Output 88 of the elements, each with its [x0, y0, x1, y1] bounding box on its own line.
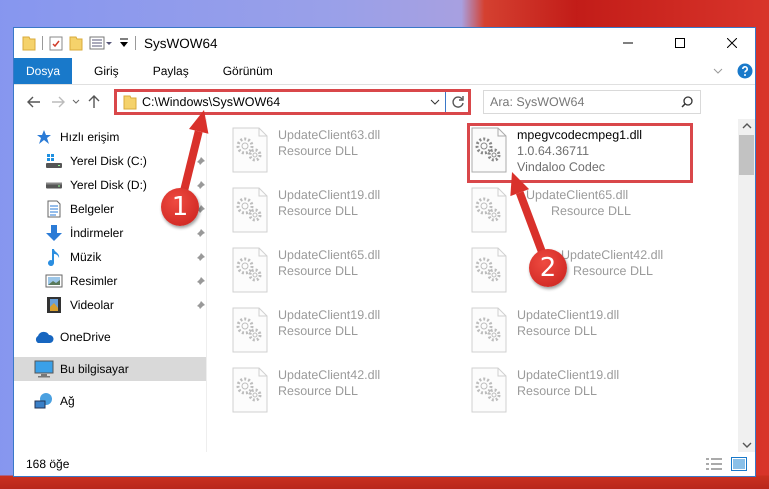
help-icon[interactable] — [737, 63, 753, 79]
nav-label: Resimler — [70, 274, 118, 288]
document-icon — [46, 200, 62, 218]
nav-label: Yerel Disk (D:) — [70, 178, 147, 192]
star-icon — [36, 129, 52, 145]
file-name: UpdateClient65.dll — [278, 247, 380, 263]
address-bar[interactable]: C:\Windows\SysWOW64 — [114, 89, 471, 115]
nav-label: İndirmeler — [70, 226, 124, 240]
details-view-icon[interactable] — [705, 457, 723, 471]
network-icon — [34, 392, 54, 410]
file-name: UpdateClient19.dll — [278, 307, 380, 323]
refresh-icon[interactable] — [451, 95, 465, 109]
pin-icon[interactable] — [196, 252, 206, 262]
nav-label: Yerel Disk (C:) — [70, 154, 147, 168]
nav-label: OneDrive — [60, 330, 111, 344]
search-field[interactable]: Ara: SysWOW64 — [483, 90, 701, 114]
nav-item[interactable]: İndirmeler — [44, 223, 124, 243]
nav-item[interactable]: Bu bilgisayar — [34, 359, 129, 379]
nav-item[interactable]: Ağ — [34, 391, 75, 411]
download-arrow-icon — [45, 224, 63, 242]
nav-label: Bu bilgisayar — [60, 362, 129, 376]
file-name: UpdateClient19.dll — [278, 187, 380, 203]
search-icon — [681, 96, 693, 108]
file-detail: Resource DLL — [551, 203, 631, 219]
ribbon-tab[interactable]: Giriş — [82, 58, 131, 84]
file-name: UpdateClient42.dll — [278, 367, 380, 383]
file-detail: 1.0.64.36711 — [517, 143, 590, 159]
drive-icon — [46, 182, 62, 188]
file-detail: Resource DLL — [278, 323, 358, 339]
back-arrow-icon[interactable] — [27, 96, 41, 108]
nav-item[interactable]: OneDrive — [34, 327, 111, 347]
monitor-icon — [34, 360, 54, 378]
pin-icon[interactable] — [196, 156, 206, 166]
file-detail: Resource DLL — [573, 263, 653, 279]
music-note-icon — [47, 248, 61, 266]
cloud-icon — [34, 330, 54, 344]
view-options-icon[interactable] — [89, 36, 113, 50]
scrollbar[interactable] — [738, 119, 755, 452]
nav-item[interactable]: Müzik — [44, 247, 102, 267]
folder-icon — [123, 94, 137, 110]
nav-label: Belgeler — [70, 202, 114, 216]
window-title: SysWOW64 — [144, 36, 219, 50]
file-detail: Vindaloo Codec — [517, 159, 606, 175]
nav-item[interactable]: Videolar — [44, 295, 114, 315]
file-detail: Resource DLL — [278, 383, 358, 399]
nav-item[interactable]: Belgeler — [44, 199, 114, 219]
file-detail: Resource DLL — [517, 323, 597, 339]
nav-label: Hızlı erişim — [60, 130, 120, 144]
picture-icon — [45, 273, 63, 289]
properties-checkmark-icon[interactable] — [49, 35, 63, 51]
file-name: UpdateClient19.dll — [517, 367, 620, 383]
file-name: UpdateClient19.dll — [517, 307, 620, 323]
pin-icon[interactable] — [196, 276, 206, 286]
file-detail: Resource DLL — [278, 143, 358, 159]
drive-icon — [45, 153, 63, 169]
close-icon — [727, 38, 737, 48]
item-count: 168 öğe — [26, 457, 70, 471]
nav-item[interactable]: Resimler — [44, 271, 118, 291]
large-icons-view-icon[interactable] — [731, 457, 747, 471]
nav-item[interactable]: Yerel Disk (D:) — [44, 175, 147, 195]
ribbon-tab[interactable]: Dosya — [14, 58, 72, 84]
film-icon — [46, 296, 62, 314]
file-name: UpdateClient63.dll — [278, 127, 380, 143]
nav-label: Ağ — [60, 394, 75, 408]
address-path: C:\Windows\SysWOW64 — [142, 95, 282, 109]
nav-label: Müzik — [70, 250, 102, 264]
nav-item[interactable]: Hızlı erişim — [34, 127, 120, 147]
ribbon-tab[interactable]: Görünüm — [210, 58, 285, 84]
scrollbar-thumb[interactable] — [739, 135, 754, 175]
file-name: UpdateClient65.dll — [526, 187, 628, 203]
file-detail: Resource DLL — [278, 203, 358, 219]
nav-label: Videolar — [70, 298, 114, 312]
file-detail: Resource DLL — [517, 383, 597, 399]
ribbon-tab[interactable]: Paylaş — [140, 58, 201, 84]
pin-icon[interactable] — [196, 300, 206, 310]
file-name: mpegvcodecmpeg1.dll — [517, 127, 642, 143]
chevron-down-icon[interactable] — [72, 99, 80, 105]
maximize-icon — [675, 38, 685, 48]
chevron-down-icon[interactable] — [430, 99, 440, 105]
pin-icon[interactable] — [196, 180, 206, 190]
minimize-icon — [623, 42, 633, 44]
nav-item[interactable]: Yerel Disk (C:) — [44, 151, 147, 171]
dropdown-arrow-icon[interactable] — [119, 37, 129, 49]
up-arrow-icon[interactable] — [88, 95, 100, 109]
file-detail: Resource DLL — [278, 263, 358, 279]
pin-icon[interactable] — [196, 204, 206, 214]
file-item[interactable]: mpegvcodecmpeg1.dll 1.0.64.36711 Vindaloo Codec — [467, 123, 693, 183]
pin-icon[interactable] — [196, 228, 206, 238]
